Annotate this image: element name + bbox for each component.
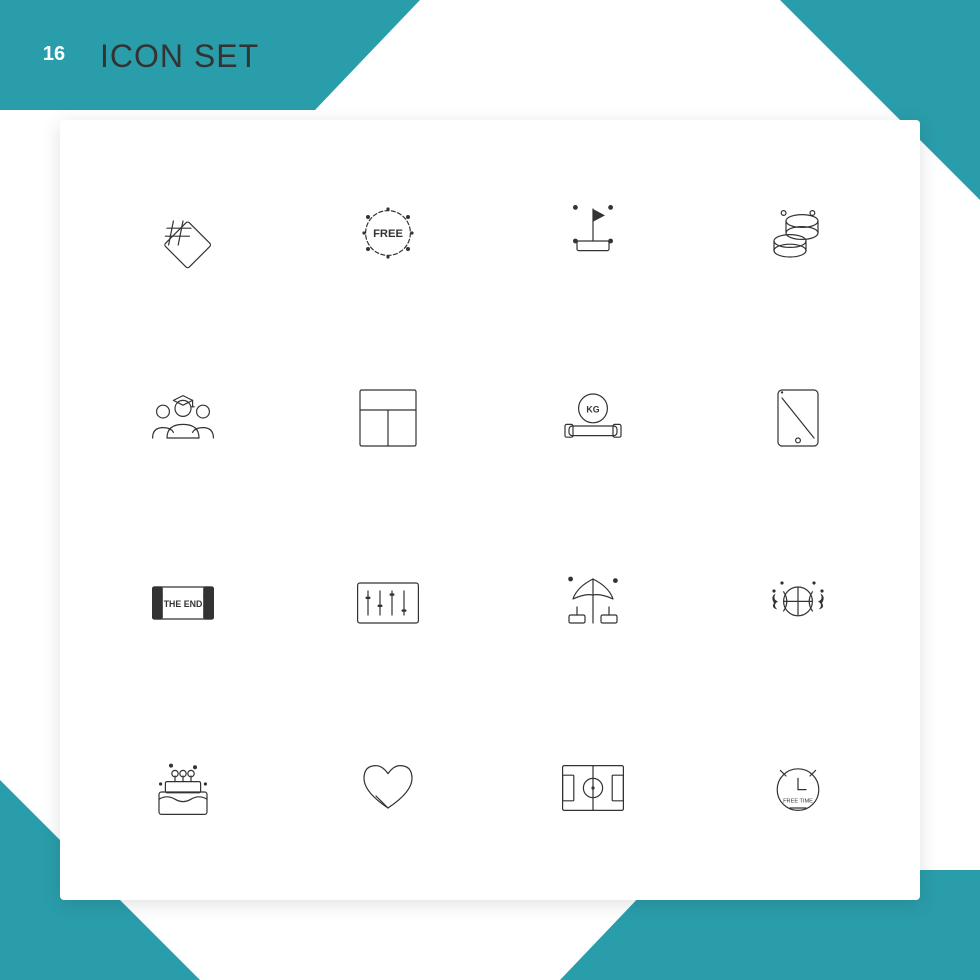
free-badge-icon: FREE [348,193,428,273]
beach-umbrella-icon [553,563,633,643]
icon-cell-basketball-award [705,520,890,685]
icon-cell-beach-umbrella [500,520,685,685]
icon-cell-layout-grid [295,335,480,500]
basketball-award-icon [758,563,838,643]
icon-cell-coins [705,150,890,315]
page-title: ICON SET [100,38,259,75]
icon-grid-card: FREE [60,120,920,900]
svg-text:FREE TIME: FREE TIME [783,798,813,804]
coins-stack-icon [758,193,838,273]
icon-cell-heart [295,705,480,870]
icon-cell-the-end-film: THE END [90,520,275,685]
birthday-cake-icon [143,748,223,828]
icon-cell-tablet [705,335,890,500]
icon-cell-graduation-team [90,335,275,500]
svg-text:KG: KG [586,404,599,414]
svg-text:FREE: FREE [373,228,403,240]
heart-love-icon [348,748,428,828]
svg-text:THE END: THE END [163,599,202,609]
alarm-free-time-icon: FREE TIME [758,748,838,828]
flag-goal-icon [553,193,633,273]
layout-grid-icon [348,378,428,458]
icon-cell-weight-dumbbell: KG [500,335,685,500]
icon-cell-hashtag-diamond [90,150,275,315]
icon-cell-alarm-clock: FREE TIME [705,705,890,870]
icon-cell-flag-goal [500,150,685,315]
icon-count-badge: 16 [28,28,80,80]
weight-dumbbell-icon: KG [553,378,633,458]
graduation-team-icon [143,378,223,458]
the-end-film-icon: THE END [143,563,223,643]
icon-cell-free-badge: FREE [295,150,480,315]
icon-cell-soccer-field [500,705,685,870]
icon-cell-birthday-cake [90,705,275,870]
soccer-field-icon [553,748,633,828]
audio-mixer-icon [348,563,428,643]
tablet-device-icon [758,378,838,458]
hashtag-diamond-icon [143,193,223,273]
icon-cell-audio-mixer [295,520,480,685]
